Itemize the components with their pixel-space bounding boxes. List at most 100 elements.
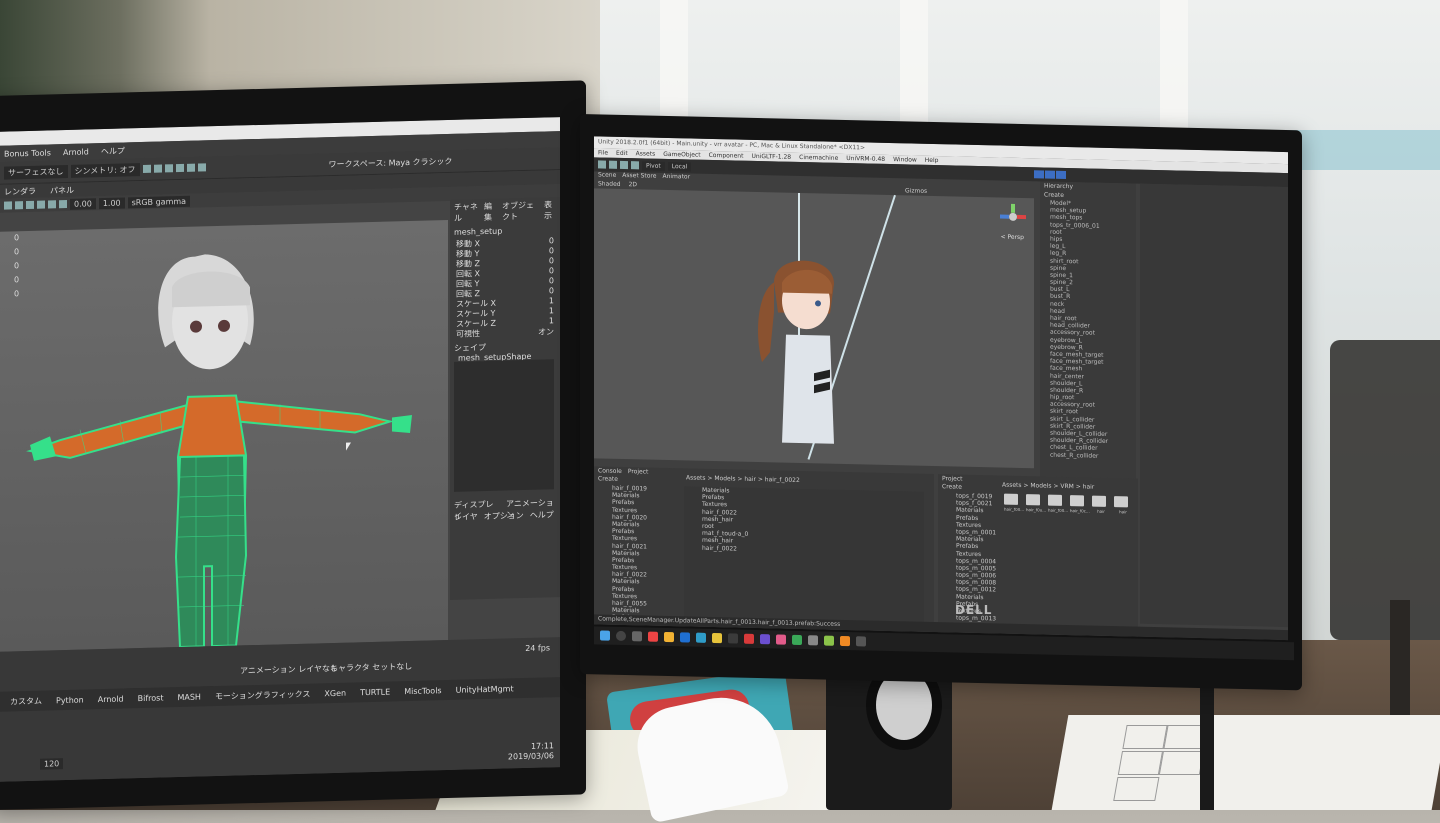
gamma-field[interactable]: 1.00 [98,196,125,209]
channel-value[interactable]: 1 [549,316,554,326]
menu-renderer[interactable]: レンダラ [4,185,36,197]
app-icon[interactable] [792,634,802,646]
tool-icon[interactable] [186,163,195,172]
tab-help[interactable]: ヘルプ [530,509,554,521]
unity-icon[interactable] [728,633,738,644]
app-icon[interactable] [760,634,770,645]
menu-item[interactable]: Assets [636,149,656,158]
channel-value[interactable]: 1 [549,296,554,306]
fps-select[interactable]: 24 fps [525,643,550,653]
project-file[interactable]: hair [1114,496,1132,514]
shelf-tab[interactable]: Arnold [98,694,124,704]
hierarchy-item[interactable]: chest_R_collider [1040,451,1136,460]
app-icon[interactable] [680,632,690,643]
channel-value[interactable]: 1 [549,306,554,316]
tool-icon[interactable] [142,164,151,174]
tab-options[interactable]: オプション [484,510,524,522]
menu-panels[interactable]: パネル [50,184,74,196]
menu-item[interactable]: Help [925,156,939,165]
menu-item[interactable]: Cinemachine [799,153,838,163]
app-icon[interactable] [744,633,754,644]
pivot-toggle[interactable]: Pivot [642,160,665,171]
channel-value[interactable]: 0 [549,246,554,256]
step-icon[interactable] [1056,170,1067,180]
tab-channels[interactable]: チャネル [454,201,478,224]
shelf-tab[interactable]: カスタム [10,695,42,707]
2d-toggle[interactable]: 2D [629,181,637,188]
channel-value[interactable]: 0 [549,266,554,276]
menu-item[interactable]: GameObject [663,150,700,160]
gizmos-select[interactable]: Gizmos [905,187,927,195]
char-set-select[interactable]: キャラクタ セットなし [330,661,412,674]
app-icon[interactable] [776,634,786,645]
menu-item[interactable]: Edit [616,149,628,158]
task-view-icon[interactable] [632,631,642,642]
current-frame-field[interactable]: 120 [40,758,64,770]
tool-icon[interactable] [197,163,206,172]
app-icon[interactable] [712,632,722,644]
channel-value[interactable]: 0 [549,276,554,286]
hand-tool-icon[interactable] [598,160,606,169]
tool-icon[interactable] [153,164,162,173]
texture-icon[interactable] [48,200,56,209]
app-icon[interactable] [840,635,850,647]
shelf-tab[interactable]: MASH [177,692,200,702]
shaded-icon[interactable] [37,200,45,209]
project-file[interactable]: hair_f00... [1048,494,1068,513]
app-icon[interactable] [808,635,818,646]
menu-item[interactable]: Component [709,151,744,161]
channel-value[interactable]: 0 [549,256,554,266]
shelf-tab[interactable]: XGen [324,688,346,698]
surface-selector[interactable]: サーフェスなし [4,164,68,180]
menu-item[interactable]: UniGLTF-1.28 [751,152,791,162]
channel-value[interactable]: オン [538,326,554,336]
tool-icon[interactable] [175,163,184,173]
symmetry-selector[interactable]: シンメトリ: オフ [70,162,140,178]
file-explorer-icon[interactable] [664,631,674,643]
scene-gizmo-icon[interactable] [1000,203,1026,231]
project-file[interactable]: hair_f00... [1004,493,1024,512]
shelf-tab[interactable]: UnityHatMgmt [456,684,514,695]
menu-arnold[interactable]: Arnold [63,147,89,157]
project-file[interactable]: hair [1092,495,1110,514]
scene-view[interactable]: < Persp [594,188,1034,469]
channel-value[interactable]: 0 [549,236,554,246]
exposure-field[interactable]: 0.00 [70,197,96,210]
menu-bonus-tools[interactable]: Bonus Tools [4,148,51,158]
menu-item[interactable]: UniVRM-0.48 [846,154,885,164]
light-icon[interactable] [59,199,67,209]
color-space-select[interactable]: sRGB gamma [127,195,191,208]
shelf-tab[interactable]: TURTLE [360,687,390,697]
channel-value[interactable]: 0 [549,286,554,296]
play-icon[interactable] [1034,170,1045,179]
persp-label[interactable]: < Persp [1001,234,1024,242]
pause-icon[interactable] [1045,170,1056,179]
anim-layer-select[interactable]: アニメーション レイヤなし [240,663,338,677]
project-file[interactable]: hair_f0u... [1026,494,1046,513]
tab-edit[interactable]: 編集 [484,201,496,223]
tool-icon[interactable] [164,164,173,173]
browser-icon[interactable] [648,631,658,642]
scale-tool-icon[interactable] [631,161,639,170]
menu-item[interactable]: File [598,148,608,157]
shelf-tab[interactable]: MiscTools [404,686,441,696]
workspace-label[interactable]: ワークスペース: Maya クラシック [329,155,453,169]
start-icon[interactable] [600,630,610,641]
tab-object[interactable]: オブジェクト [502,200,538,223]
tab-project[interactable]: Project [628,468,649,475]
tab-show[interactable]: 表示 [544,199,556,221]
app-icon[interactable] [856,636,866,647]
shelf-tab[interactable]: モーショングラフィックス [215,688,310,701]
shelf-tab[interactable]: Python [56,695,84,705]
menu-item[interactable]: Window [893,155,917,165]
tab-layers[interactable]: レイヤ [454,511,478,523]
maya-viewport[interactable]: 0 0 0 0 0 [0,220,448,652]
move-tool-icon[interactable] [609,160,617,169]
search-icon[interactable] [616,630,626,642]
rotate-tool-icon[interactable] [620,160,628,170]
menu-help[interactable]: ヘルプ [101,145,125,157]
app-icon[interactable] [824,635,834,646]
tab-console[interactable]: Console [598,467,622,475]
camera-icon[interactable] [4,201,12,210]
shelf-tab[interactable]: Bifrost [138,693,164,703]
